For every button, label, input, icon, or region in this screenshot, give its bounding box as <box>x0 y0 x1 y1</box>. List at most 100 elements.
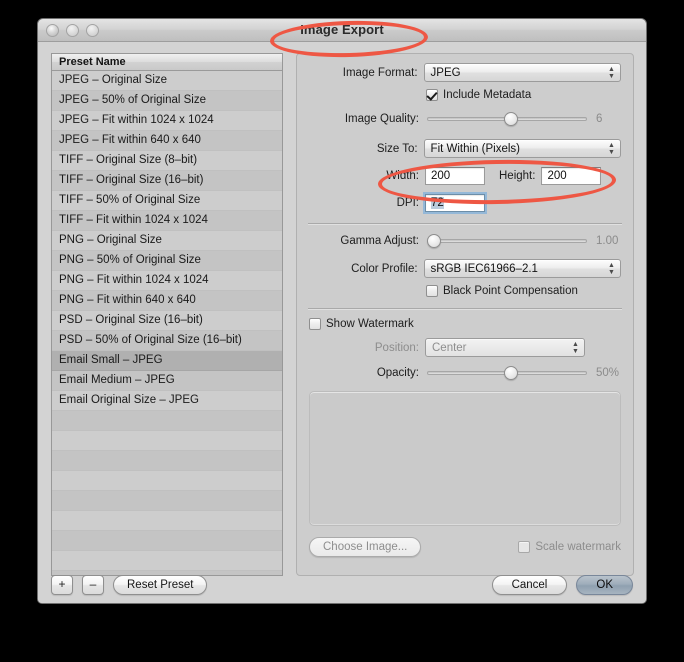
image-format-row: Image Format: JPEG ▲ ▼ <box>297 63 633 82</box>
screen-background: Image Export Preset Name JPEG – Original… <box>0 0 684 662</box>
dialog-actions: Cancel OK <box>491 575 633 595</box>
gamma-adjust-label: Gamma Adjust: <box>340 235 419 247</box>
list-item[interactable]: PNG – Fit within 1024 x 1024 <box>52 271 282 291</box>
size-to-row: Size To: Fit Within (Pixels) ▲ ▼ <box>297 139 633 158</box>
slider-thumb[interactable] <box>503 112 518 126</box>
divider <box>308 308 622 309</box>
add-preset-button[interactable]: + <box>51 575 73 595</box>
list-filler-row <box>52 471 282 491</box>
preset-list[interactable]: JPEG – Original Size JPEG – 50% of Origi… <box>52 71 282 575</box>
dpi-input[interactable]: 72 <box>423 192 487 214</box>
width-height-row: Width: 200 Height: 200 <box>297 167 633 185</box>
list-filler-row <box>52 531 282 551</box>
list-item[interactable]: PSD – Original Size (16–bit) <box>52 311 282 331</box>
list-item[interactable]: Email Medium – JPEG <box>52 371 282 391</box>
chevron-updown-icon: ▲ ▼ <box>608 66 615 80</box>
dpi-row: DPI: 72 <box>297 192 633 214</box>
list-item[interactable]: JPEG – Fit within 640 x 640 <box>52 131 282 151</box>
size-to-label: Size To: <box>376 142 418 155</box>
black-point-label: Black Point Compensation <box>443 285 578 297</box>
list-item[interactable]: JPEG – Original Size <box>52 71 282 91</box>
width-label: Width: <box>386 170 419 182</box>
window-title: Image Export <box>300 22 384 37</box>
choose-image-button[interactable]: Choose Image... <box>309 537 422 557</box>
opacity-label: Opacity: <box>376 367 419 379</box>
show-watermark-checkbox[interactable] <box>309 318 321 330</box>
image-format-label: Image Format: <box>342 66 418 79</box>
image-quality-value: 6 <box>596 113 603 125</box>
image-quality-label: Image Quality: <box>344 113 419 125</box>
list-item[interactable]: TIFF – 50% of Original Size <box>52 191 282 211</box>
list-item[interactable]: PSD – 50% of Original Size (16–bit) <box>52 331 282 351</box>
dpi-label: DPI: <box>396 197 419 209</box>
list-item[interactable]: JPEG – 50% of Original Size <box>52 91 282 111</box>
list-item[interactable]: PNG – Original Size <box>52 231 282 251</box>
reset-preset-button[interactable]: Reset Preset <box>113 575 208 595</box>
list-item[interactable]: TIFF – Fit within 1024 x 1024 <box>52 211 282 231</box>
include-metadata-row: Include Metadata <box>297 89 633 101</box>
size-to-select[interactable]: Fit Within (Pixels) ▲ ▼ <box>423 139 621 158</box>
opacity-row: Opacity: 50% <box>297 365 633 381</box>
slider-thumb[interactable] <box>503 366 518 380</box>
preset-toolbar: + – Reset Preset <box>51 575 208 595</box>
list-filler-row <box>52 411 282 431</box>
dpi-value: 72 <box>431 197 444 209</box>
slider-track <box>427 239 587 243</box>
color-profile-select[interactable]: sRGB IEC61966–2.1 ▲ ▼ <box>423 259 621 278</box>
remove-preset-button[interactable]: – <box>82 575 104 595</box>
dialog-body: Preset Name JPEG – Original Size JPEG – … <box>38 42 646 603</box>
opacity-value: 50% <box>596 367 620 379</box>
watermark-preview-well[interactable] <box>309 391 621 526</box>
size-to-value: Fit Within (Pixels) <box>430 143 520 155</box>
settings-pane: Image Format: JPEG ▲ ▼ Include Metadata I… <box>296 53 634 576</box>
watermark-actions-row: Choose Image... Scale watermark <box>297 537 633 557</box>
black-point-checkbox[interactable] <box>426 285 438 297</box>
window-titlebar: Image Export <box>38 19 646 42</box>
scale-watermark-label: Scale watermark <box>535 541 621 553</box>
slider-thumb[interactable] <box>427 234 441 248</box>
image-export-dialog: Image Export Preset Name JPEG – Original… <box>37 18 647 604</box>
gamma-adjust-slider[interactable] <box>427 233 587 249</box>
list-filler-row <box>52 431 282 451</box>
list-item[interactable]: TIFF – Original Size (16–bit) <box>52 171 282 191</box>
preset-list-pane: Preset Name JPEG – Original Size JPEG – … <box>51 53 283 576</box>
color-profile-value: sRGB IEC61966–2.1 <box>430 263 538 275</box>
width-input[interactable]: 200 <box>425 167 485 185</box>
show-watermark-label: Show Watermark <box>326 318 414 330</box>
height-label: Height: <box>499 170 536 182</box>
show-watermark-row: Show Watermark <box>297 318 633 330</box>
image-quality-slider[interactable] <box>427 111 587 127</box>
list-item[interactable]: PNG – 50% of Original Size <box>52 251 282 271</box>
image-quality-row: Image Quality: 6 <box>297 111 633 127</box>
list-filler-row <box>52 551 282 571</box>
position-row: Position: Center ▲ ▼ <box>297 338 633 357</box>
chevron-updown-icon: ▲ ▼ <box>572 341 579 355</box>
list-filler-row <box>52 451 282 471</box>
preset-list-header: Preset Name <box>52 54 282 71</box>
position-label: Position: <box>374 341 419 354</box>
scale-watermark-checkbox[interactable] <box>518 541 531 553</box>
include-metadata-checkbox[interactable] <box>426 89 438 101</box>
black-point-row: Black Point Compensation <box>297 285 633 297</box>
list-item[interactable]: JPEG – Fit within 1024 x 1024 <box>52 111 282 131</box>
list-item[interactable]: Email Original Size – JPEG <box>52 391 282 411</box>
color-profile-label: Color Profile: <box>351 262 418 275</box>
ok-button[interactable]: OK <box>576 575 633 595</box>
divider <box>308 223 622 224</box>
list-item[interactable]: TIFF – Original Size (8–bit) <box>52 151 282 171</box>
scale-watermark-group: Scale watermark <box>518 541 621 553</box>
image-format-value: JPEG <box>430 67 461 79</box>
list-item[interactable]: PNG – Fit within 640 x 640 <box>52 291 282 311</box>
position-select[interactable]: Center ▲ ▼ <box>425 338 585 357</box>
position-value: Center <box>432 342 467 354</box>
chevron-updown-icon: ▲ ▼ <box>608 142 615 156</box>
height-input[interactable]: 200 <box>541 167 602 185</box>
list-item-selected[interactable]: Email Small – JPEG <box>52 351 282 371</box>
chevron-updown-icon: ▲ ▼ <box>608 262 615 276</box>
color-profile-row: Color Profile: sRGB IEC61966–2.1 ▲ ▼ <box>297 259 633 278</box>
cancel-button[interactable]: Cancel <box>491 575 568 595</box>
opacity-slider[interactable] <box>427 365 587 381</box>
gamma-adjust-value: 1.00 <box>596 235 619 247</box>
image-format-select[interactable]: JPEG ▲ ▼ <box>423 63 621 82</box>
gamma-adjust-row: Gamma Adjust: 1.00 <box>297 233 633 249</box>
